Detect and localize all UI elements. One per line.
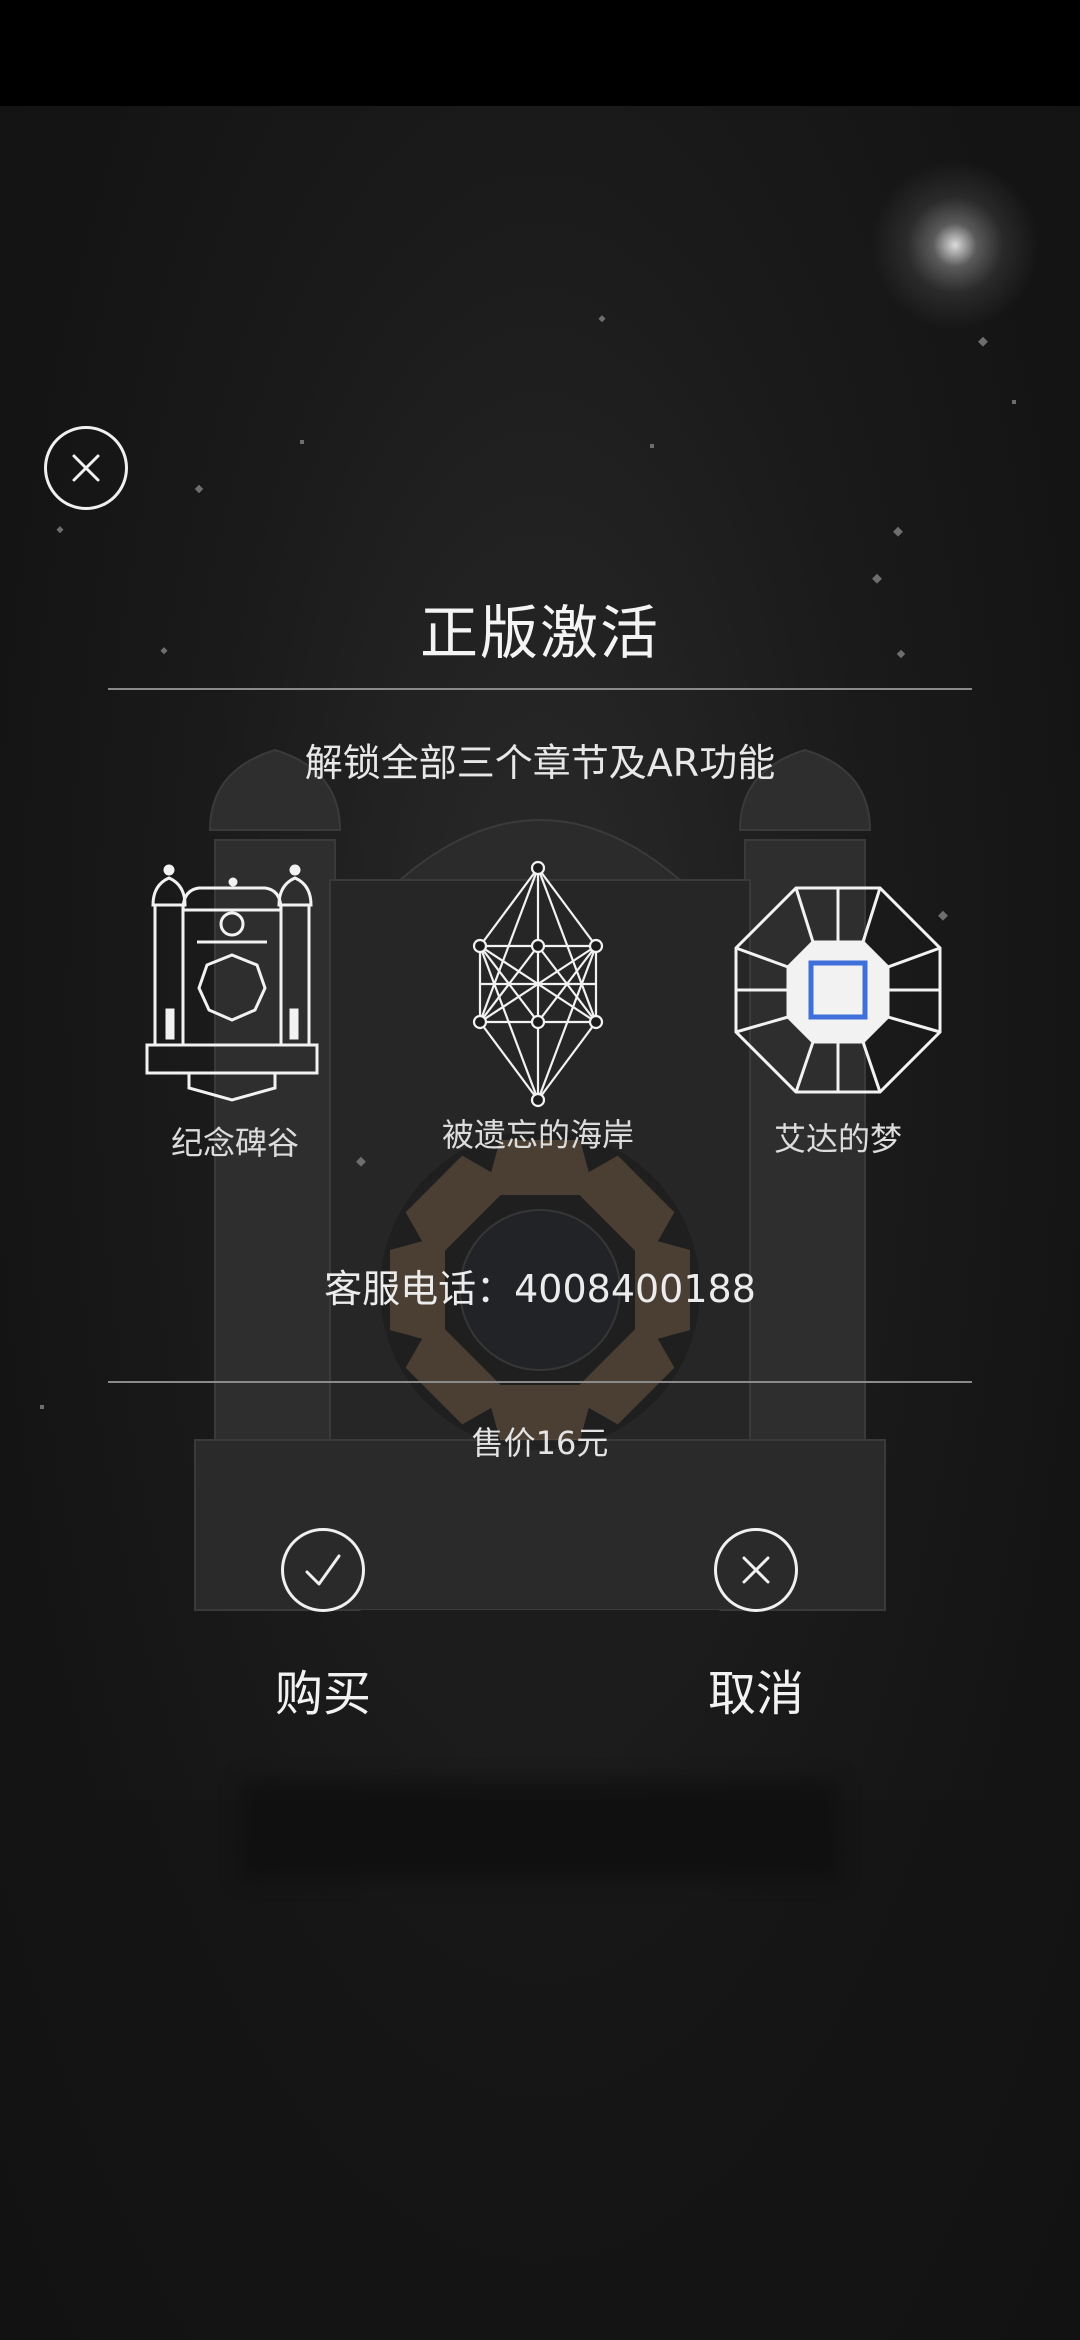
dialog-subtitle: 解锁全部三个章节及AR功能: [304, 741, 776, 785]
top-divider: [108, 688, 972, 690]
close-button[interactable]: [44, 426, 128, 510]
chapter-forgotten-shores: 被遗忘的海岸: [418, 860, 658, 1156]
chapter-label: 艾达的梦: [773, 1120, 902, 1158]
price-label: 售价16元: [471, 1424, 609, 1462]
customer-service-phone: 客服电话：4008400188: [324, 1267, 756, 1311]
forgotten-shores-sacred-geometry-icon: [472, 860, 604, 1108]
chapter-label: 纪念碑谷: [170, 1124, 299, 1162]
floor-shadow: [240, 1780, 840, 1880]
chapter-idas-dream: 艾达的梦: [718, 860, 958, 1160]
dialog-title: 正版激活: [419, 599, 660, 667]
bottom-divider: [108, 1381, 972, 1383]
checkmark-icon: [305, 1554, 341, 1586]
buy-button[interactable]: 购买: [223, 1528, 423, 1724]
cancel-label[interactable]: 取消: [656, 1654, 856, 1724]
buy-circle[interactable]: [281, 1528, 365, 1612]
monument-valley-temple-icon: [145, 864, 319, 1102]
close-icon: [72, 454, 100, 482]
chapter-monument-valley: 纪念碑谷: [115, 860, 355, 1164]
chapter-label: 被遗忘的海岸: [441, 1116, 634, 1154]
idas-dream-octagon-icon: [734, 886, 942, 1094]
cancel-button[interactable]: 取消: [656, 1528, 856, 1724]
close-icon: [742, 1556, 770, 1584]
temple-background-art: [0, 315, 1080, 2340]
cancel-circle[interactable]: [714, 1528, 798, 1612]
buy-label[interactable]: 购买: [223, 1654, 423, 1724]
